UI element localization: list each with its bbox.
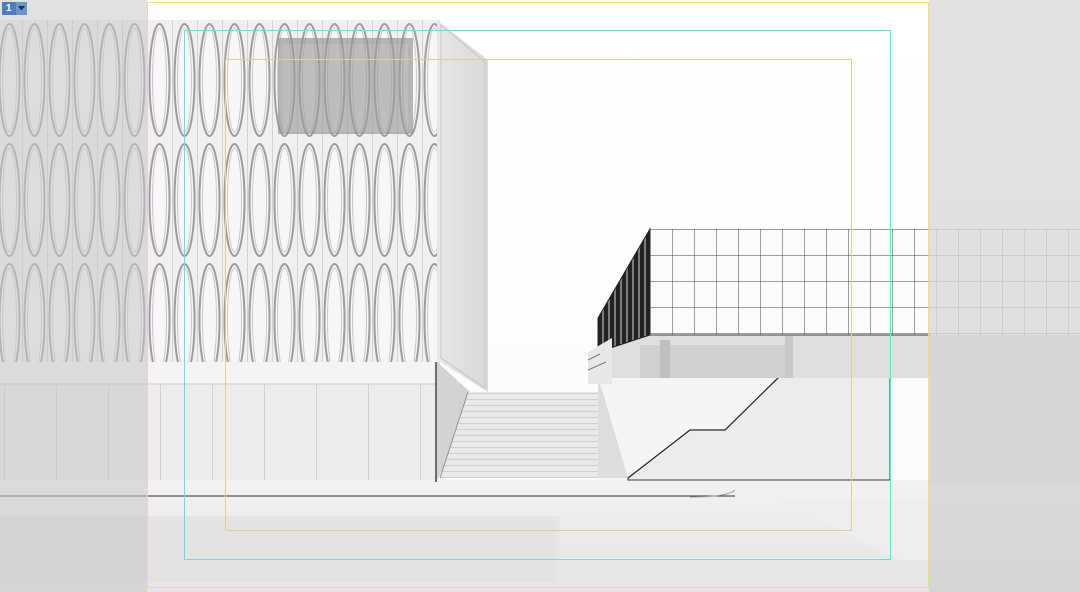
rendered-scene [0, 0, 1080, 592]
viewport-number-label[interactable]: 1 [2, 2, 16, 15]
chevron-down-icon[interactable] [15, 2, 27, 15]
render-viewport[interactable]: 1 [0, 0, 1080, 592]
viewport-selector[interactable]: 1 [2, 2, 27, 15]
